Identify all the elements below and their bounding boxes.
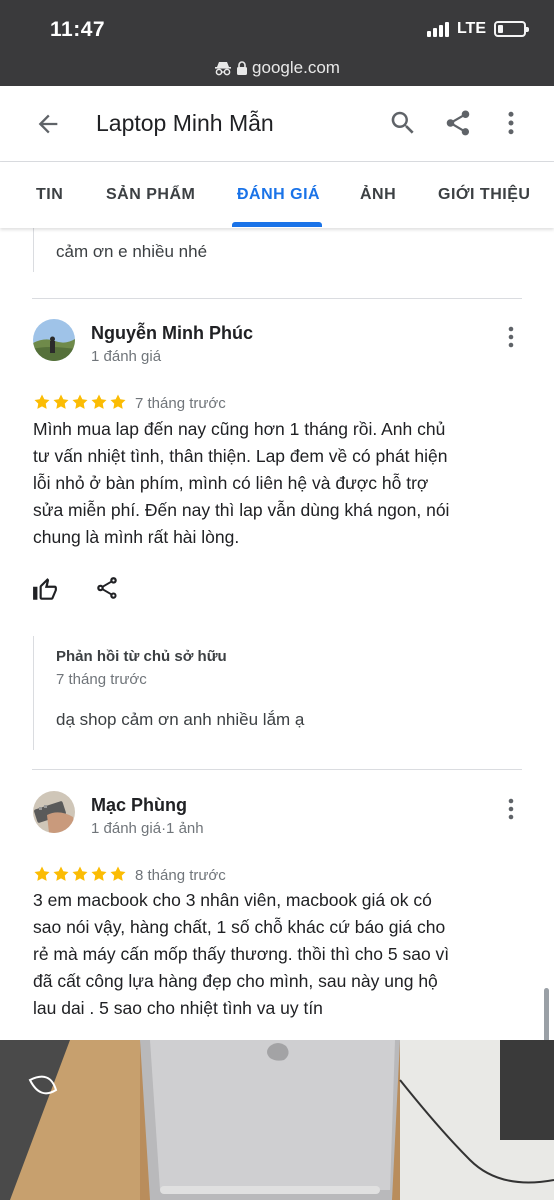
star-icon [110,866,126,881]
status-indicators: LTE [426,20,529,38]
reviewer-meta: 1 đánh giá [91,348,162,365]
star-icon [91,394,107,409]
network-label: LTE [456,20,486,37]
reviewer-name[interactable]: Nguyễn Minh Phúc [91,323,253,344]
more-vertical-icon[interactable] [500,796,522,822]
lock-icon [237,61,248,75]
owner-reply: Phản hồi từ chủ sở hữu 7 tháng trước dạ … [33,636,304,750]
status-time: 11:47 [50,18,106,41]
tab-bar: TIN SẢN PHẨM ĐÁNH GIÁ ẢNH GIỚI THIỆU [0,162,554,228]
scrollbar[interactable] [544,988,549,1040]
star-icon [53,394,69,409]
star-icon [34,866,50,881]
app-header: Laptop Minh Mẫn [0,86,554,162]
review-line: Mình mua lap đến nay cũng hơn 1 tháng rồ… [33,419,446,439]
reviewer-name[interactable]: Mạc Phùng [91,795,187,816]
review-line: 3 em macbook cho 3 nhân viên, macbook gi… [33,890,432,910]
active-tab-indicator [232,222,322,227]
more-vertical-icon[interactable] [496,108,526,138]
review-date: 8 tháng trước [135,867,226,884]
star-rating [33,393,127,411]
share-icon[interactable] [94,575,120,601]
divider [32,769,522,770]
thumbs-up-icon[interactable] [32,577,58,603]
star-rating [33,865,127,883]
star-icon [91,866,107,881]
share-icon[interactable] [443,108,473,138]
review-photo[interactable] [0,1040,554,1200]
star-icon [72,866,88,881]
back-arrow-icon[interactable] [34,110,62,138]
tab-gioi-thieu[interactable]: GIỚI THIỆU [438,186,530,204]
avatar[interactable] [33,319,75,361]
review-date: 7 tháng trước [135,395,226,412]
review-line: sao nói vậy, hàng chất, 1 số chỗ khác cứ… [33,917,446,937]
review-line: rẻ mà máy cấn mốp thấy thương. thồi thì … [33,944,450,964]
review-line: chung là mình rất hài lòng. [33,527,240,547]
star-icon [34,394,50,409]
owner-reply-text: cảm ơn e nhiều nhé [56,242,208,261]
battery-level [498,25,503,33]
reviewer-meta: 1 đánh giá·1 ảnh [91,820,204,837]
tab-tin[interactable]: TIN [36,186,63,204]
signal-icon [426,21,449,37]
previous-owner-reply: cảm ơn e nhiều nhé [33,228,207,272]
status-bar: 11:47 LTE google.com [0,0,554,86]
review-line: sửa miễn phí. Đến nay thì lap vẫn dùng k… [33,500,450,520]
battery-icon [494,21,529,37]
tab-anh[interactable]: ẢNH [360,186,396,204]
owner-reply-text: dạ shop cảm ơn anh nhiều lắm ạ [56,710,305,729]
owner-reply-label: Phản hồi từ chủ sở hữu [56,648,227,665]
star-icon [72,394,88,409]
url-text: google.com [252,58,340,77]
review-text: Mình mua lap đến nay cũng hơn 1 tháng rồ… [33,416,503,551]
url-bar[interactable]: google.com [0,58,554,78]
review-text: 3 em macbook cho 3 nhân viên, macbook gi… [33,887,503,1022]
review-line: lau dai . 5 sao cho nhiệt tình va uy tín [33,998,323,1018]
incognito-icon [215,62,232,76]
page-title: Laptop Minh Mẫn [96,110,274,136]
review-line: lỗi nhỏ ở bàn phím, mình có liên hệ và đ… [33,473,429,493]
avatar[interactable] [33,791,75,833]
search-icon[interactable] [388,108,418,138]
review-line: đã cất công lựa hàng đẹp cho mình, sau n… [33,971,438,991]
tab-danh-gia[interactable]: ĐÁNH GIÁ [237,186,320,204]
owner-reply-date: 7 tháng trước [56,671,147,688]
divider [32,298,522,299]
star-icon [110,394,126,409]
reviews-list[interactable]: cảm ơn e nhiều nhé Nguyễn Minh Phúc 1 đá… [0,228,554,1040]
more-vertical-icon[interactable] [500,324,522,350]
star-icon [53,866,69,881]
tab-san-pham[interactable]: SẢN PHẨM [106,186,195,204]
review-line: tư vấn nhiệt tình, thân thiện. Lap đem v… [33,446,448,466]
